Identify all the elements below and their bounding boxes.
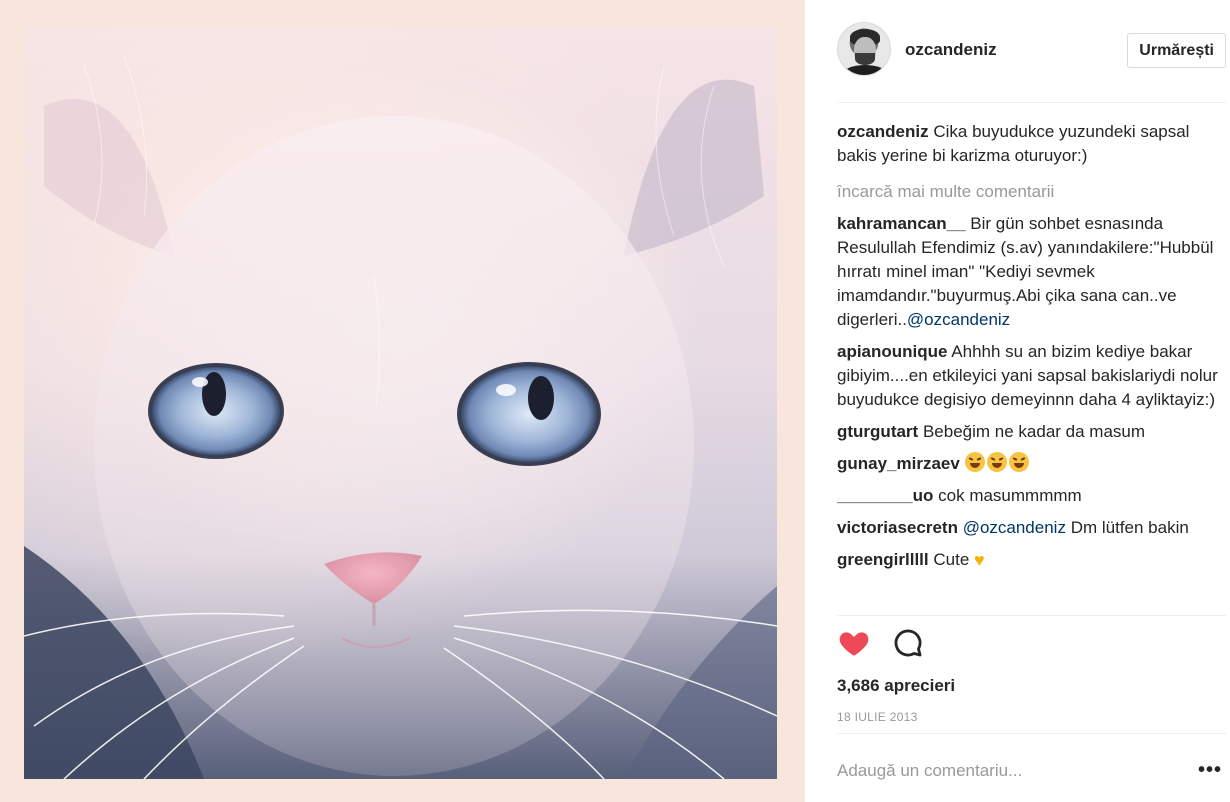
author-username[interactable]: ozcandeniz [905, 40, 997, 60]
comment-username[interactable]: gunay_mirzaev [837, 454, 960, 473]
avatar-beard [855, 53, 875, 65]
list-item: apianounique Ahhhh su an bizim kediye ba… [837, 340, 1227, 412]
heart-icon[interactable] [837, 626, 877, 666]
comment-username[interactable]: apianounique [837, 342, 948, 361]
comment-username[interactable]: gturgutart [837, 422, 918, 441]
kitten-illustration [24, 55, 777, 779]
comment-text: Cute [933, 550, 970, 569]
comment-mention[interactable]: @ozcandeniz [963, 518, 1066, 537]
tired-face-emoji-icon [986, 452, 1007, 472]
load-more-comments-link[interactable]: încarcă mai multe comentarii [837, 180, 1227, 204]
divider [837, 102, 1226, 103]
list-item: greengirlllll Cute ♥ [837, 548, 1227, 572]
comment-username[interactable]: ________uo [837, 486, 933, 505]
post-photo[interactable] [24, 26, 777, 779]
list-item: ________uo cok masummmmm [837, 484, 1227, 508]
comments-list[interactable]: ozcandeniz Cika buyudukce yuzundeki saps… [837, 120, 1227, 615]
likes-count[interactable]: 3,686 aprecieri [837, 676, 955, 696]
comment-mention[interactable]: @ozcandeniz [907, 310, 1010, 329]
post-details-panel: ozcandeniz Urmărești ozcandeniz Cika buy… [805, 0, 1230, 802]
caption: ozcandeniz Cika buyudukce yuzundeki saps… [837, 120, 1227, 168]
caption-username[interactable]: ozcandeniz [837, 122, 929, 141]
post-media-panel [0, 0, 805, 802]
list-item: gunay_mirzaev [837, 452, 1227, 476]
comment-text: Bebeğim ne kadar da masum [922, 422, 1146, 441]
avatar[interactable] [837, 22, 891, 76]
list-item: kahramancan__ Bir gün sohbet esnasında R… [837, 212, 1227, 332]
comment-username[interactable]: victoriasecretn [837, 518, 958, 537]
avatar-shirt [842, 65, 888, 75]
list-item: victoriasecretn @ozcandeniz Dm lütfen ba… [837, 516, 1227, 540]
divider [837, 733, 1226, 734]
follow-button[interactable]: Urmărești [1127, 33, 1226, 68]
add-comment-input[interactable] [837, 756, 1177, 786]
yellow-heart-emoji-icon: ♥ [974, 550, 985, 570]
comment-username[interactable]: kahramancan__ [837, 214, 966, 233]
comment-text: cok masummmmm [938, 486, 1082, 505]
tired-face-emoji-icon [964, 452, 985, 472]
divider [837, 615, 1226, 616]
post-header: ozcandeniz Urmărești [837, 22, 1226, 78]
tired-face-emoji-icon [1008, 452, 1029, 472]
more-options-icon[interactable]: ••• [1198, 760, 1222, 780]
list-item: gturgutart Bebeğim ne kadar da masum [837, 420, 1227, 444]
comment-bubble-icon[interactable] [891, 626, 931, 666]
comment-username[interactable]: greengirlllll [837, 550, 929, 569]
comment-text: Dm lütfen bakin [1070, 518, 1189, 537]
post-date[interactable]: 18 IULIE 2013 [837, 710, 918, 724]
